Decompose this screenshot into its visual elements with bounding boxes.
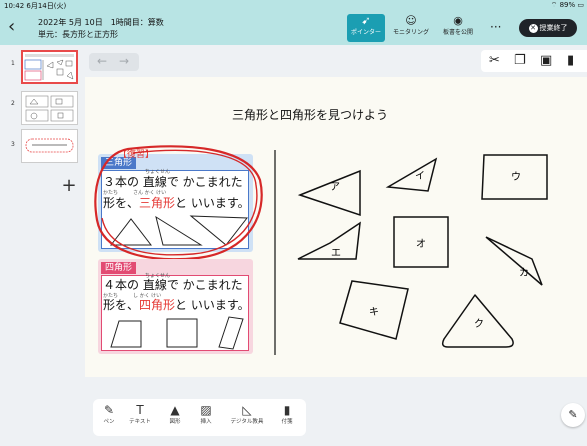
tool-palette: ✎ ペン T テキスト ▲ 図形 ▨ 挿入 ◺ デジタル教具 ▮ 付箋 xyxy=(93,399,306,436)
page-number: 3 xyxy=(11,141,15,148)
sticky-note-tool[interactable]: ▮ 付箋 xyxy=(275,403,299,425)
add-page-button[interactable]: + xyxy=(60,177,78,196)
copy-icon[interactable]: ❐ xyxy=(514,53,526,68)
text-tool[interactable]: T テキスト xyxy=(125,403,155,425)
page-number: 2 xyxy=(11,100,15,107)
paste-icon[interactable]: ▣ xyxy=(540,53,552,68)
lesson-title: 2022年 5月 10日 1時間目：算数 xyxy=(38,18,164,27)
thumbnail-preview xyxy=(25,95,74,122)
thumbnail-preview xyxy=(24,54,74,81)
red-annotation-circle xyxy=(94,145,263,261)
shape-i[interactable]: イ xyxy=(385,157,438,192)
more-button[interactable]: ··· xyxy=(490,20,501,34)
end-class-button[interactable]: ✕ 授業終了 xyxy=(519,19,577,37)
undo-icon[interactable]: ← xyxy=(97,54,107,68)
pointer-button[interactable]: ➹ ポインター xyxy=(347,14,385,42)
ruler-icon: ◺ xyxy=(242,403,252,417)
page-thumbnail-3[interactable] xyxy=(21,129,78,163)
back-button[interactable]: ‹ xyxy=(8,18,24,38)
page-heading: 三角形と四角形を見つけよう xyxy=(232,108,389,122)
shape-label: キ xyxy=(369,307,379,318)
text-icon: T xyxy=(136,403,144,417)
divider-line xyxy=(274,150,276,355)
shapes-icon: ▲ xyxy=(170,403,180,417)
app-header: 10:42 6月14日(火) ⌔ 89% ▭ ‹ 2022年 5月 10日 1時… xyxy=(0,0,587,45)
shapes-area: ア イ ウ エ オ カ キ ク xyxy=(297,154,548,348)
definition-line-1: ４本の 直線で かこまれた xyxy=(103,278,243,292)
publish-board-button[interactable]: ◉ 板書を公開 xyxy=(438,14,478,42)
shapes-tool[interactable]: ▲ 図形 xyxy=(163,403,187,425)
digital-tools-tool[interactable]: ◺ デジタル教具 xyxy=(224,403,270,425)
insert-tool[interactable]: ▨ 挿入 xyxy=(194,403,218,425)
shape-a[interactable]: ア xyxy=(297,169,361,217)
scissors-icon[interactable]: ✂ xyxy=(489,53,500,68)
shape-u[interactable]: ウ xyxy=(481,154,548,200)
battery-percent: 89% xyxy=(559,1,576,9)
status-time: 10:42 6月14日(火) xyxy=(4,2,67,10)
thumbnail-preview xyxy=(25,138,74,153)
shape-label: イ xyxy=(415,171,425,182)
cursor-icon: ➹ xyxy=(361,14,371,27)
page-thumbnail-2[interactable] xyxy=(21,91,78,125)
shape-ka[interactable]: カ xyxy=(485,236,543,286)
eye-icon: ◉ xyxy=(453,14,463,27)
battery-indicator: ⌔ 89% ▭ xyxy=(551,1,584,10)
lesson-unit: 単元：長方形と正方形 xyxy=(38,30,118,39)
shape-e[interactable]: エ xyxy=(297,221,361,260)
page-number: 1 xyxy=(11,60,15,67)
card-title: 四角形 xyxy=(101,262,137,274)
edit-tools: ✂ ❐ ▣ ▮ xyxy=(481,50,587,72)
shape-ki[interactable]: キ xyxy=(339,280,409,340)
shape-label: エ xyxy=(331,248,341,259)
quadrilateral-examples xyxy=(110,316,244,350)
battery-icon: ▭ xyxy=(577,1,584,9)
shape-label: カ xyxy=(519,267,529,279)
shape-label: ク xyxy=(474,318,484,330)
definition-line-2: 形を、四角形と いいます。 xyxy=(103,298,250,312)
wifi-icon: ⌔ xyxy=(550,1,558,9)
page-thumbnail-1[interactable] xyxy=(21,50,78,84)
quadrilateral-card: 四角形 ちょくせん ４本の 直線で かこまれた かたち し かく けい 形を、四… xyxy=(98,259,253,354)
shape-label: ア xyxy=(330,182,340,193)
shape-o[interactable]: オ xyxy=(393,216,449,268)
chevron-left-icon: ‹ xyxy=(8,16,16,37)
shape-label: ウ xyxy=(511,171,521,183)
close-icon: ✕ xyxy=(528,24,538,33)
trash-icon[interactable]: ▮ xyxy=(567,53,574,68)
pen-icon: ✎ xyxy=(103,403,115,417)
redo-icon[interactable]: → xyxy=(119,54,129,68)
image-icon: ▨ xyxy=(200,403,212,417)
pen-settings-button[interactable]: ✎ xyxy=(561,403,585,427)
bookmark-icon: ▮ xyxy=(283,403,291,417)
shape-label: オ xyxy=(416,238,426,250)
edit-icon: ✎ xyxy=(568,408,578,421)
monitoring-button[interactable]: ☺ モニタリング xyxy=(389,14,433,42)
undo-redo-group: ← → xyxy=(89,53,139,71)
face-icon: ☺ xyxy=(405,14,417,27)
pen-tool[interactable]: ✎ ペン xyxy=(97,403,121,425)
